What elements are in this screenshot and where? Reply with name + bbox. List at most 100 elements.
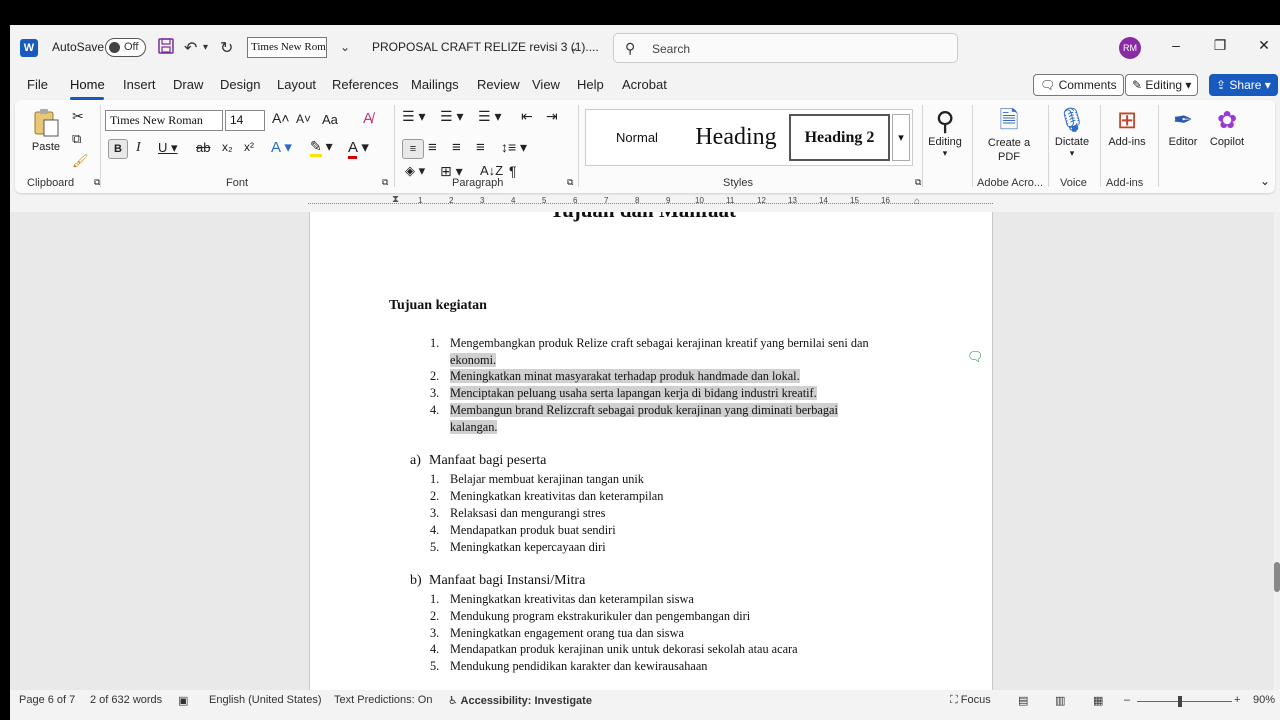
list-item[interactable]: 3. Relaksasi dan mengurangi stres (430, 506, 605, 521)
redo-icon[interactable]: ↻ (220, 38, 233, 58)
subscript-button[interactable]: x₂ (222, 140, 233, 154)
indent-marker-icon[interactable]: ⧗ (392, 194, 399, 205)
cut-icon[interactable]: ✂ (72, 108, 84, 125)
dictate-button[interactable]: 🎙 Dictate ▾ (1050, 106, 1094, 159)
editing-mode-button[interactable]: ✎ Editing ▾ (1125, 74, 1199, 96)
list-item[interactable]: 4. Mendapatkan produk buat sendiri (430, 523, 616, 538)
search-box[interactable]: ⚲ Search (613, 33, 958, 63)
list-item-continuation[interactable]: kalangan. (450, 420, 498, 435)
zoom-slider[interactable] (1137, 701, 1232, 702)
tab-mailings[interactable]: Mailings (411, 77, 459, 92)
list-item[interactable]: 4. Membangun brand Relizcraft sebagai pro… (430, 403, 838, 418)
page-count[interactable]: Page 6 of 7 (19, 694, 75, 706)
minimize-icon[interactable]: – (1166, 37, 1186, 53)
chevron-down-icon[interactable]: ⌄ (569, 40, 579, 54)
list-item[interactable]: 1. Belajar membuat kerajinan tangan unik (430, 472, 644, 487)
comments-button[interactable]: 🗨 Comments (1033, 74, 1124, 96)
tab-view[interactable]: View (532, 77, 560, 92)
style-heading-2[interactable]: Heading 2 (789, 114, 890, 161)
align-center-icon[interactable]: ≡ (428, 139, 437, 156)
share-button[interactable]: ⇪ Share ▾ (1209, 74, 1278, 96)
language-status[interactable]: English (United States) (209, 694, 322, 706)
proofing-icon[interactable]: ▣ (178, 694, 188, 707)
tab-acrobat[interactable]: Acrobat (622, 77, 667, 92)
create-pdf-button[interactable]: 🗎 Create a PDF (987, 106, 1031, 164)
manfaat-instansi-heading[interactable]: b) Manfaat bagi Instansi/Mitra (410, 573, 585, 589)
sort-icon[interactable]: A↓Z (480, 163, 503, 178)
tab-design[interactable]: Design (220, 77, 260, 92)
list-item[interactable]: 2. Meningkatkan minat masyarakat terhadap… (430, 369, 800, 384)
close-icon[interactable]: ✕ (1254, 37, 1274, 54)
paste-button[interactable]: Paste (30, 108, 62, 153)
copilot-button[interactable]: ✿ Copilot (1207, 106, 1247, 148)
list-item[interactable]: 1. Meningkatkan kreativitas dan keterampi… (430, 592, 694, 607)
autosave-toggle[interactable]: Off (105, 38, 146, 57)
save-icon[interactable] (158, 38, 174, 59)
read-mode-icon[interactable]: ▤ (1018, 694, 1028, 707)
font-color-icon[interactable]: A ▾ (348, 138, 369, 159)
bullets-icon[interactable]: ☰ ▾ (402, 108, 425, 125)
show-formatting-icon[interactable]: ¶ (509, 163, 517, 179)
decrease-indent-icon[interactable]: ⇤ (521, 108, 533, 125)
tab-insert[interactable]: Insert (123, 77, 156, 92)
line-spacing-icon[interactable]: ↕≡ ▾ (501, 139, 527, 156)
multilevel-list-icon[interactable]: ☰ ▾ (478, 108, 501, 125)
text-effects-icon[interactable]: A ▾ (271, 138, 292, 156)
superscript-button[interactable]: x² (244, 140, 254, 154)
text-predictions-status[interactable]: Text Predictions: On (334, 694, 432, 706)
section-heading[interactable]: Tujuan dan Manfaat (550, 212, 736, 223)
scrollbar-thumb[interactable] (1274, 562, 1280, 592)
style-heading[interactable]: Heading (686, 114, 786, 161)
zoom-level[interactable]: 90% (1253, 694, 1275, 706)
list-item[interactable]: 3. Meningkatkan engagement orang tua dan … (430, 626, 684, 641)
quick-font-select[interactable]: Times New Roman (247, 37, 327, 58)
comment-marker-icon[interactable]: 🗨 (967, 349, 984, 365)
style-normal[interactable]: Normal (590, 114, 684, 161)
numbering-icon[interactable]: ☰ ▾ (440, 108, 463, 125)
highlight-color-icon[interactable]: ✎ ▾ (310, 138, 333, 157)
justify-icon[interactable]: ≡ (476, 139, 485, 156)
list-item[interactable]: 2. Mendukung program ekstrakurikuler dan … (430, 609, 750, 624)
avatar[interactable]: RM (1119, 37, 1141, 59)
focus-button[interactable]: ⛶ Focus (950, 694, 991, 707)
add-ins-button[interactable]: ⊞ Add-ins (1105, 106, 1149, 148)
collapse-ribbon-icon[interactable]: ⌄ (1260, 174, 1270, 188)
document-canvas[interactable]: Tujuan dan Manfaat Tujuan kegiatan 1.Men… (10, 212, 1280, 690)
search-input[interactable]: Search (652, 42, 690, 56)
list-item[interactable]: 3. Menciptakan peluang usaha serta lapang… (430, 386, 817, 401)
zoom-out-icon[interactable]: – (1124, 694, 1130, 706)
tujuan-heading[interactable]: Tujuan kegiatan (389, 298, 487, 314)
vertical-scrollbar[interactable] (1274, 212, 1280, 690)
tab-draw[interactable]: Draw (173, 77, 203, 92)
grow-font-icon[interactable]: A˄ (272, 110, 290, 126)
zoom-slider-thumb[interactable] (1178, 696, 1182, 707)
tab-review[interactable]: Review (477, 77, 520, 92)
styles-more-icon[interactable]: ▾ (892, 114, 910, 161)
font-size-select[interactable]: 14 (225, 110, 265, 131)
shrink-font-icon[interactable]: A˅ (296, 112, 311, 126)
list-item[interactable]: 4. Mendapatkan produk kerajinan unik untu… (430, 642, 798, 657)
restore-icon[interactable]: ❐ (1210, 37, 1230, 54)
document-page[interactable]: Tujuan dan Manfaat Tujuan kegiatan 1.Men… (309, 212, 993, 690)
strikethrough-button[interactable]: ab (196, 140, 210, 155)
dialog-launcher-icon[interactable]: ⧉ (382, 177, 388, 188)
italic-button[interactable]: I (136, 140, 141, 156)
shading-icon[interactable]: ◈ ▾ (405, 163, 425, 179)
undo-icon[interactable]: ↶ (184, 38, 197, 58)
list-item[interactable]: 1. Mengembangkan produk Relize craft seba… (430, 336, 869, 351)
editor-button[interactable]: ✒ Editor (1165, 106, 1201, 148)
right-indent-marker-icon[interactable]: ⌂ (914, 196, 920, 207)
align-right-icon[interactable]: ≡ (452, 139, 461, 156)
list-item[interactable]: 5. Mendukung pendidikan karakter dan kewi… (430, 659, 707, 674)
undo-dropdown-icon[interactable]: ▾ (203, 42, 208, 53)
tab-help[interactable]: Help (577, 77, 604, 92)
list-item[interactable]: 2. Meningkatkan kreativitas dan keterampi… (430, 489, 663, 504)
format-painter-icon[interactable]: 🖌 (72, 153, 89, 169)
horizontal-ruler[interactable]: 1 2 3 4 5 6 7 8 9 10 11 12 13 14 15 16 ⧗… (308, 194, 993, 210)
align-left-icon[interactable]: ≡ (402, 139, 424, 159)
zoom-in-icon[interactable]: + (1234, 694, 1240, 706)
tab-layout[interactable]: Layout (277, 77, 316, 92)
underline-button[interactable]: U ▾ (158, 140, 178, 156)
tab-home[interactable]: Home (70, 77, 105, 92)
list-item[interactable]: 5. Meningkatkan kepercayaan diri (430, 540, 606, 555)
